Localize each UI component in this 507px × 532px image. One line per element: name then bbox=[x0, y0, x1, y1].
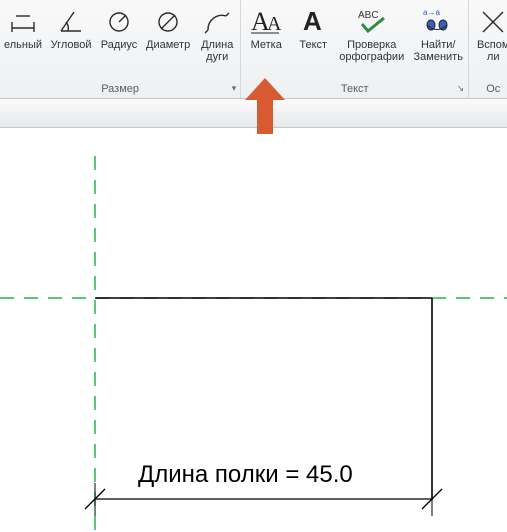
diameter-dim-button[interactable]: Диаметр bbox=[142, 2, 194, 81]
btn-label: Метка bbox=[251, 39, 282, 63]
aux-icon bbox=[479, 4, 507, 38]
ribbon-toolbar: ельный Угловой Радиус Диаметр bbox=[0, 0, 507, 99]
btn-label: Вспом ли bbox=[477, 39, 507, 63]
arc-length-icon bbox=[202, 4, 232, 38]
group-title-dimension[interactable]: Размер ▾ bbox=[0, 81, 240, 98]
btn-label: Проверка орфографии bbox=[339, 39, 404, 63]
find-replace-icon: a→a bbox=[421, 4, 455, 38]
btn-label: ельный bbox=[4, 39, 42, 63]
group-title-text[interactable]: Текст ↘ bbox=[241, 81, 468, 98]
launcher-icon: ↘ bbox=[457, 83, 465, 94]
arc-length-button[interactable]: Длина дуги bbox=[194, 2, 240, 81]
angular-dim-button[interactable]: Угловой bbox=[46, 2, 96, 81]
label-icon: AA bbox=[249, 4, 283, 38]
btn-label: Текст bbox=[299, 39, 327, 63]
linear-dim-button[interactable]: ельный bbox=[0, 2, 46, 81]
spellcheck-button[interactable]: ABC Проверка орфографии bbox=[335, 2, 408, 81]
btn-label: Диаметр bbox=[146, 39, 190, 63]
options-bar bbox=[0, 99, 507, 128]
btn-label: Найти/ Заменить bbox=[414, 39, 463, 63]
drawing-canvas[interactable]: Длина полки = 45.0 bbox=[0, 128, 507, 532]
drawing-svg: Длина полки = 45.0 bbox=[0, 128, 507, 532]
group-title-text: Размер bbox=[101, 83, 139, 95]
radius-dim-icon bbox=[104, 4, 134, 38]
diameter-dim-icon bbox=[153, 4, 183, 38]
radius-dim-button[interactable]: Радиус bbox=[96, 2, 142, 81]
svg-text:A: A bbox=[303, 6, 322, 36]
spellcheck-icon: ABC bbox=[354, 4, 390, 38]
ribbon-group-text: AA Метка A Текст ABC Проверка орфографии… bbox=[241, 0, 469, 98]
dropdown-icon: ▾ bbox=[232, 83, 237, 94]
svg-text:ABC: ABC bbox=[358, 10, 379, 21]
dimension-text: Длина полки = 45.0 bbox=[138, 461, 353, 488]
text-button[interactable]: A Текст bbox=[291, 2, 335, 81]
group-title-aux: Ос bbox=[469, 81, 507, 98]
btn-label: Угловой bbox=[51, 39, 92, 63]
find-replace-button[interactable]: a→a Найти/ Заменить bbox=[408, 2, 468, 81]
ribbon-group-aux: Вспом ли Ос bbox=[469, 0, 507, 98]
linear-dim-icon bbox=[8, 4, 38, 38]
angular-dim-icon bbox=[56, 4, 86, 38]
svg-text:A: A bbox=[267, 13, 282, 35]
btn-label: Радиус bbox=[101, 39, 138, 63]
aux-button[interactable]: Вспом ли bbox=[469, 2, 507, 81]
group-title-text: Текст bbox=[341, 83, 369, 95]
group-title-text: Ос bbox=[486, 83, 500, 95]
label-button[interactable]: AA Метка bbox=[241, 2, 291, 81]
svg-text:a→a: a→a bbox=[423, 8, 440, 17]
btn-label: Длина дуги bbox=[201, 39, 233, 63]
ribbon-group-dimension: ельный Угловой Радиус Диаметр bbox=[0, 0, 241, 98]
text-icon: A bbox=[300, 4, 326, 38]
